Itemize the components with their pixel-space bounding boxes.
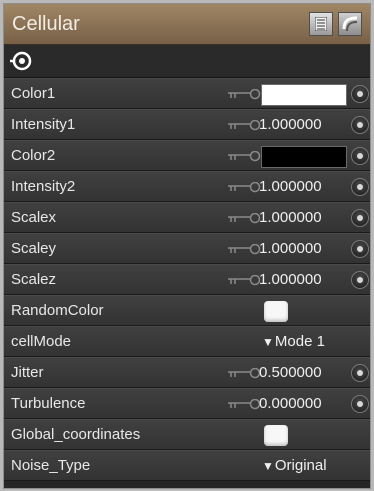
param-label: Scalex xyxy=(11,209,57,226)
param-row-intensity1: Intensity1 1.000000 xyxy=(4,109,370,140)
param-row-color1: Color1 xyxy=(4,78,370,109)
dial-icon[interactable] xyxy=(351,364,369,382)
dial-icon[interactable] xyxy=(351,240,369,258)
dropdown-value: Mode 1 xyxy=(274,333,325,350)
dial-icon[interactable] xyxy=(351,116,369,134)
param-label: Color1 xyxy=(11,85,56,102)
color-swatch[interactable] xyxy=(261,84,347,106)
param-value[interactable]: 1.000000 xyxy=(259,178,322,195)
key-icon[interactable] xyxy=(228,274,262,286)
key-icon[interactable] xyxy=(228,150,262,162)
param-label: Intensity2 xyxy=(11,178,76,195)
param-row-scaley: Scaley 1.000000 xyxy=(4,233,370,264)
triangle-down-icon: ▼ xyxy=(262,335,274,349)
param-row-scalex: Scalex 1.000000 xyxy=(4,202,370,233)
param-value[interactable]: 1.000000 xyxy=(259,209,322,226)
dial-icon[interactable] xyxy=(351,395,369,413)
dial-icon[interactable] xyxy=(351,147,369,165)
param-label: Jitter xyxy=(11,364,44,381)
param-value[interactable]: 1.000000 xyxy=(259,240,322,257)
param-row-cellmode: cellMode ▼Mode 1 xyxy=(4,326,370,357)
param-row-scalez: Scalez 1.000000 xyxy=(4,264,370,295)
dropdown-value: Original xyxy=(274,457,327,474)
param-value[interactable]: 0.500000 xyxy=(259,364,322,381)
param-row-noise-type: Noise_Type ▼Original xyxy=(4,450,370,481)
panel-title: Cellular xyxy=(12,13,80,35)
param-label: Global_coordinates xyxy=(11,426,141,443)
checkbox[interactable] xyxy=(264,301,288,322)
param-label: Scalez xyxy=(11,271,57,288)
key-icon[interactable] xyxy=(228,243,262,255)
param-label: Turbulence xyxy=(11,395,86,412)
dial-icon[interactable] xyxy=(351,209,369,227)
param-label: cellMode xyxy=(11,333,72,350)
param-row-intensity2: Intensity2 1.000000 xyxy=(4,171,370,202)
param-row-randomcolor: RandomColor xyxy=(4,295,370,326)
dial-icon[interactable] xyxy=(351,85,369,103)
dial-icon[interactable] xyxy=(351,271,369,289)
param-label: Color2 xyxy=(11,147,56,164)
param-row-global-coordinates: Global_coordinates xyxy=(4,419,370,450)
key-icon[interactable] xyxy=(228,119,262,131)
key-icon[interactable] xyxy=(228,398,262,410)
dropdown[interactable]: ▼Mode 1 xyxy=(262,333,325,350)
shader-panel: Cellular Color1 Intensity1 1.000000 Color2 I… xyxy=(4,4,370,488)
panel-toolbar xyxy=(4,45,370,78)
panel-title-bar: Cellular xyxy=(4,4,370,45)
parameter-list: Color1 Intensity1 1.000000 Color2 Intensity2… xyxy=(4,78,370,481)
param-label: Noise_Type xyxy=(11,457,91,474)
triangle-down-icon: ▼ xyxy=(262,459,274,473)
key-icon[interactable] xyxy=(228,212,262,224)
dropdown[interactable]: ▼Original xyxy=(262,457,327,474)
param-row-turbulence: Turbulence 0.000000 xyxy=(4,388,370,419)
param-row-jitter: Jitter 0.500000 xyxy=(4,357,370,388)
list-icon[interactable] xyxy=(309,12,333,36)
param-value[interactable]: 1.000000 xyxy=(259,271,322,288)
key-icon[interactable] xyxy=(228,181,262,193)
dial-icon[interactable] xyxy=(351,178,369,196)
param-label: Scaley xyxy=(11,240,57,257)
key-icon[interactable] xyxy=(228,367,262,379)
target-icon[interactable] xyxy=(10,50,32,72)
param-label: Intensity1 xyxy=(11,116,76,133)
key-icon[interactable] xyxy=(228,88,262,100)
checkbox[interactable] xyxy=(264,425,288,446)
color-swatch[interactable] xyxy=(261,146,347,168)
param-value[interactable]: 0.000000 xyxy=(259,395,322,412)
param-label: RandomColor xyxy=(11,302,104,319)
param-value[interactable]: 1.000000 xyxy=(259,116,322,133)
layers-icon[interactable] xyxy=(338,12,362,36)
param-row-color2: Color2 xyxy=(4,140,370,171)
